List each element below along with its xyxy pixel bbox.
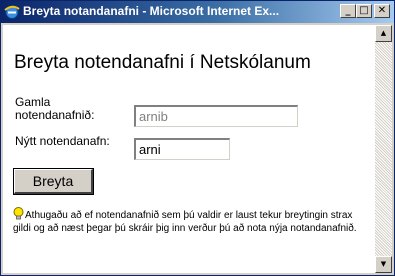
change-username-button[interactable]: Breyta	[13, 168, 94, 195]
ie-icon[interactable]	[4, 4, 20, 20]
notice-text: Athugaðu að ef notendanafnið sem þú vald…	[13, 210, 357, 234]
scroll-down-button[interactable]: ▼	[375, 256, 392, 273]
old-username-field[interactable]	[134, 105, 298, 127]
maximize-button[interactable]: □	[356, 4, 372, 18]
title-bar[interactable]: Breyta notandanafni - Microsoft Internet…	[1, 1, 394, 23]
new-username-field[interactable]	[134, 138, 230, 160]
close-icon: ✕	[377, 5, 387, 16]
window-title: Breyta notandanafni - Microsoft Internet…	[23, 4, 280, 18]
notice-text-block: Athugaðu að ef notendanafnið sem þú vald…	[13, 207, 368, 235]
scroll-up-button[interactable]: ▲	[375, 25, 392, 42]
close-button[interactable]: ✕	[374, 4, 390, 18]
vertical-scrollbar[interactable]: ▲ ▼	[375, 25, 392, 273]
arrow-up-icon: ▲	[380, 29, 387, 37]
browser-window: Breyta notandanafni - Microsoft Internet…	[0, 0, 395, 276]
old-username-label: Gamla notendanafnið:	[15, 95, 95, 122]
page-title: Breyta notendanafni í Netskólanum	[14, 52, 311, 73]
minimize-button[interactable]: _	[340, 4, 356, 18]
maximize-icon: □	[359, 5, 369, 16]
lightbulb-icon	[13, 207, 24, 221]
page-content: Breyta notendanafni í Netskólanum Gamla …	[3, 25, 375, 273]
minimize-icon: _	[345, 5, 351, 16]
arrow-down-icon: ▼	[380, 260, 387, 268]
new-username-label: Nýtt notendanafn:	[15, 134, 110, 148]
